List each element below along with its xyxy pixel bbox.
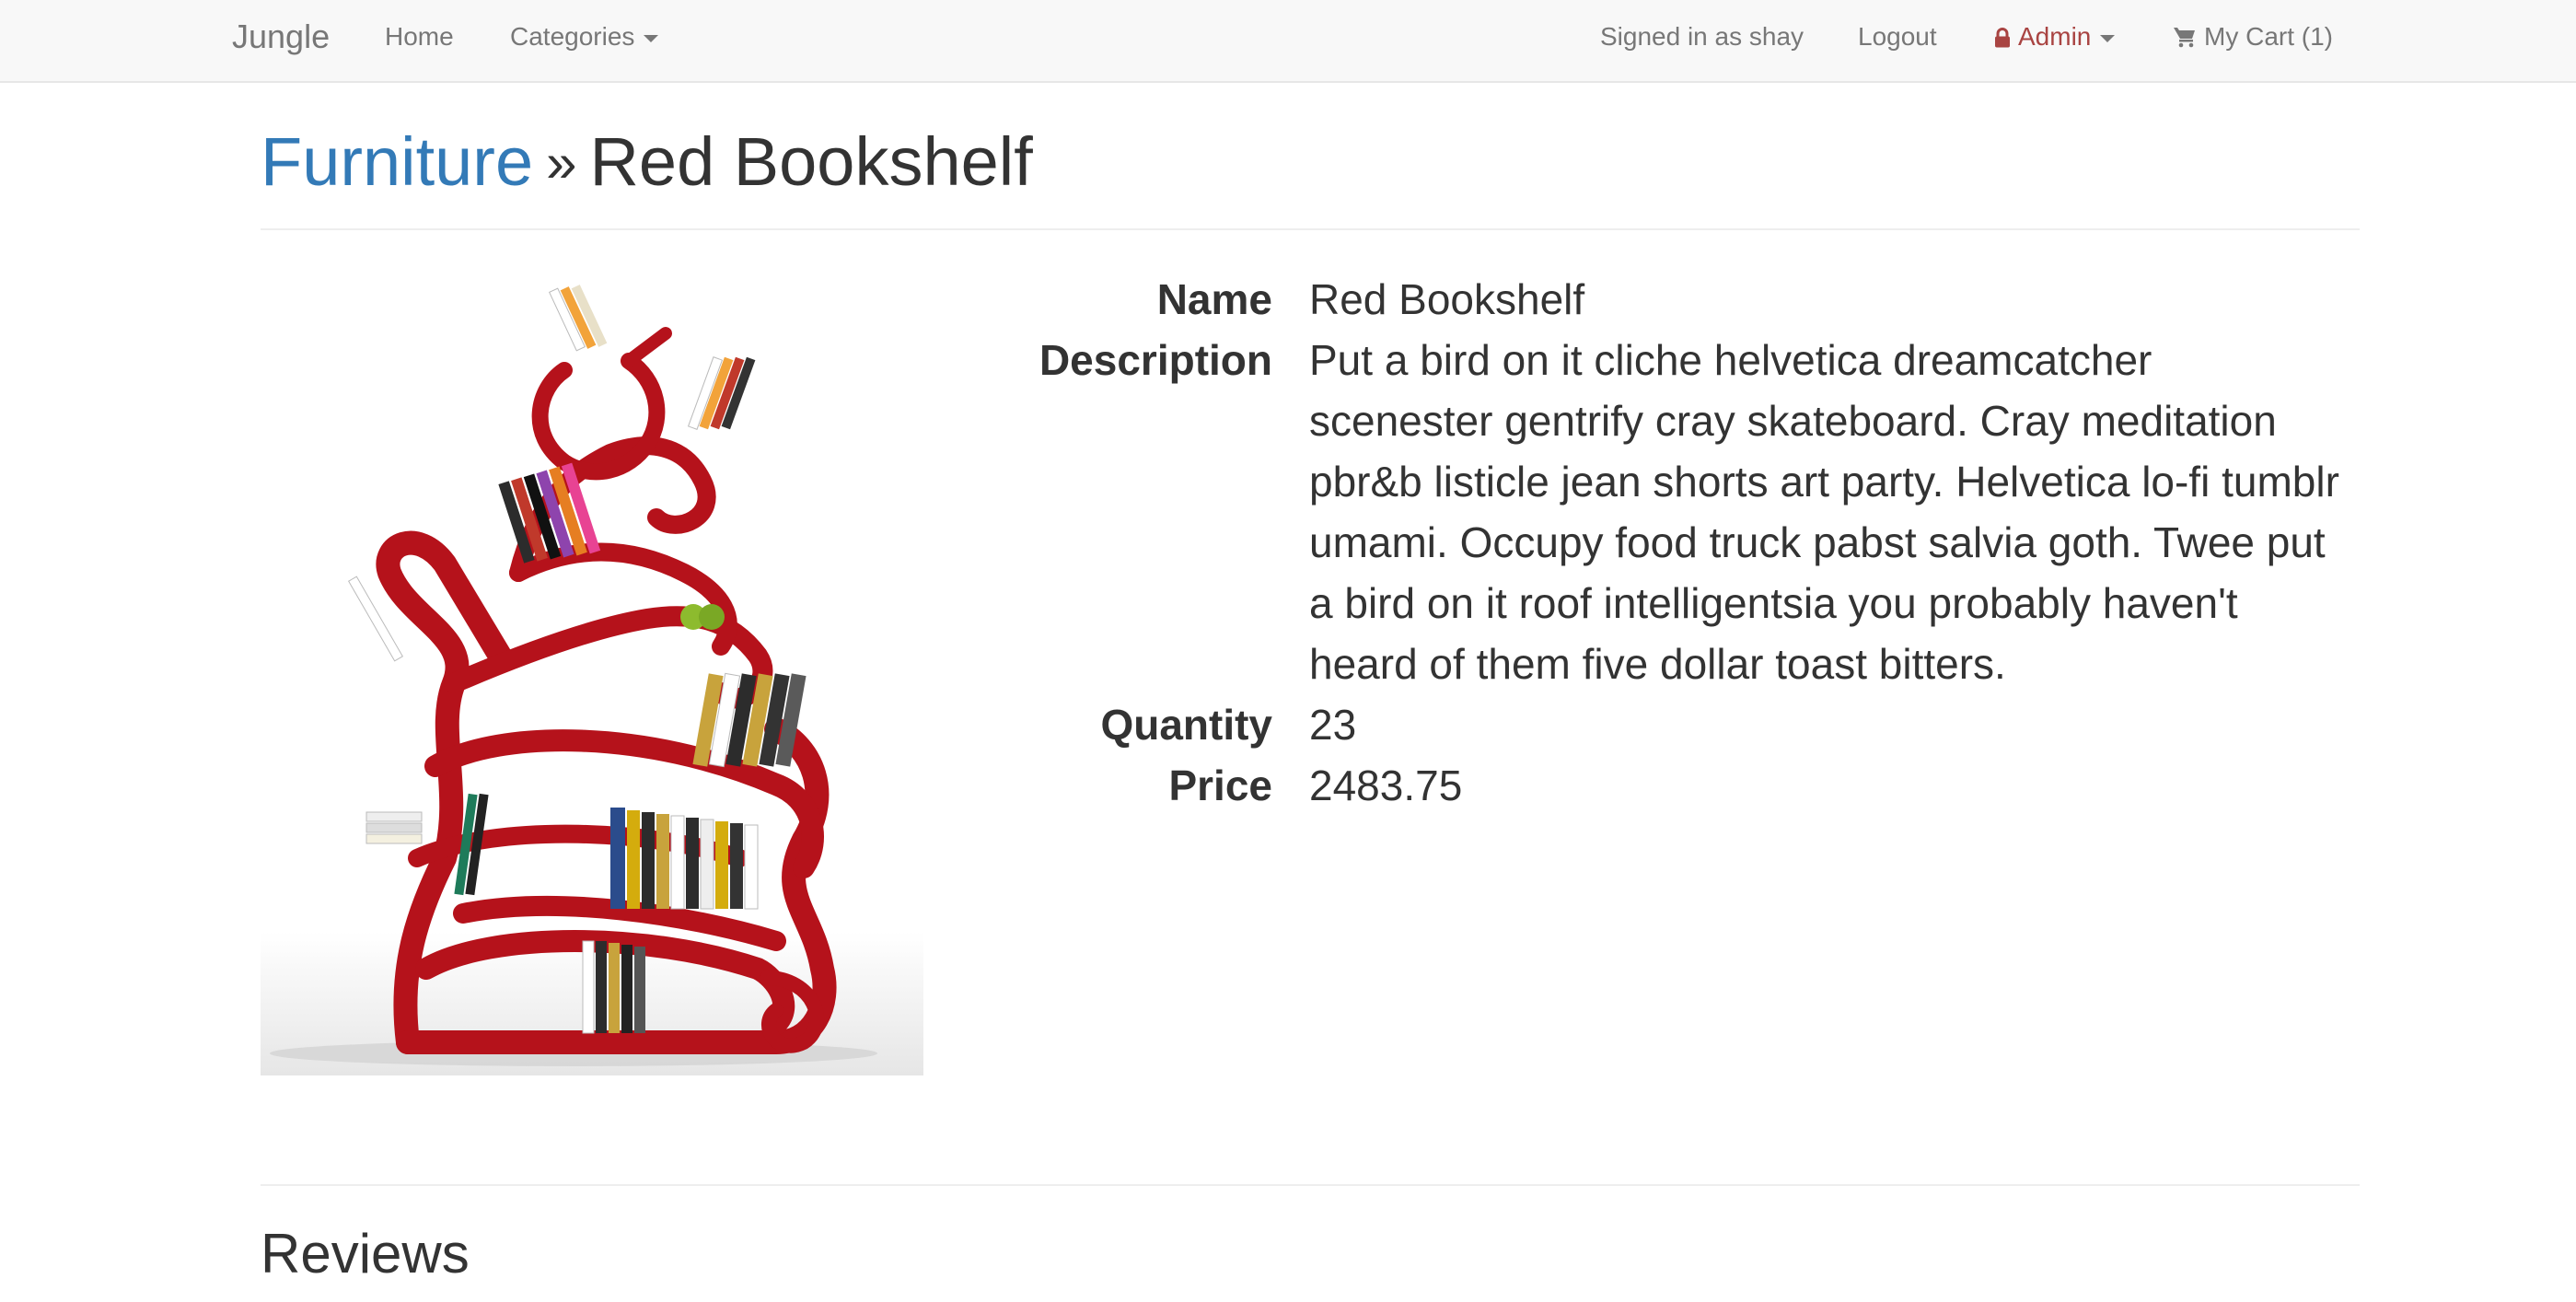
chevron-down-icon (644, 34, 659, 42)
breadcrumb-separator: » (546, 132, 577, 193)
lock-icon (1995, 28, 2010, 48)
reviews-heading: Reviews (261, 1223, 470, 1285)
name-label: Name (1156, 275, 1272, 323)
name-value: Red Bookshelf (1309, 275, 1585, 323)
detail-row-name: Name Red Bookshelf (976, 269, 2357, 330)
nav-categories-label: Categories (510, 22, 635, 51)
quantity-label: Quantity (1100, 701, 1272, 749)
breadcrumb-category-link[interactable]: Furniture (261, 123, 533, 200)
logout-link[interactable]: Logout (1858, 0, 1937, 81)
breadcrumb-product: Red Bookshelf (589, 123, 1033, 200)
admin-dropdown[interactable]: Admin (1994, 0, 2116, 81)
nav-categories-dropdown[interactable]: Categories (510, 0, 659, 81)
nav-home-link[interactable]: Home (385, 0, 454, 81)
product-details: Name Red Bookshelf Description Put a bir… (976, 269, 2357, 816)
detail-row-price: Price 2483.75 (976, 755, 2357, 816)
price-label: Price (1168, 761, 1272, 809)
navbar: Jungle Home Categories Signed in as shay… (0, 0, 2576, 83)
page-header: Furniture» Red Bookshelf (261, 118, 2360, 230)
quantity-value: 23 (1309, 701, 1357, 749)
signed-in-text: Signed in as shay (1600, 22, 1804, 51)
admin-label: Admin (2018, 22, 2092, 51)
brand-link[interactable]: Jungle (232, 0, 330, 81)
detail-row-quantity: Quantity 23 (976, 694, 2357, 755)
cart-icon (2174, 28, 2195, 48)
cart-link[interactable]: My Cart (1) (2173, 0, 2333, 81)
description-label: Description (1039, 336, 1272, 384)
page-title: Furniture» Red Bookshelf (261, 118, 2360, 207)
product-image (261, 269, 923, 1075)
chevron-down-icon (2100, 34, 2116, 42)
cart-label: My Cart (1) (2204, 22, 2333, 51)
reviews-divider (261, 1184, 2360, 1186)
detail-row-description: Description Put a bird on it cliche helv… (976, 330, 2357, 694)
description-value: Put a bird on it cliche helvetica dreamc… (1309, 336, 2339, 688)
price-value: 2483.75 (1309, 761, 1463, 809)
